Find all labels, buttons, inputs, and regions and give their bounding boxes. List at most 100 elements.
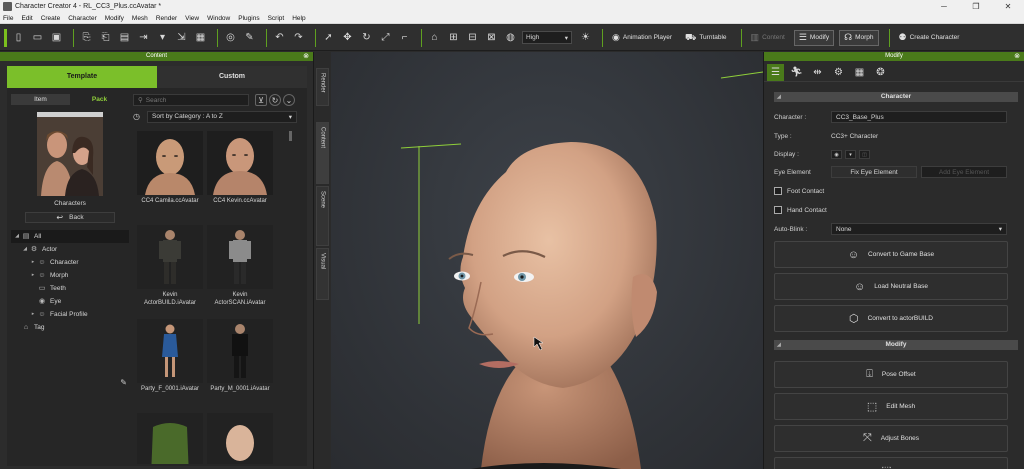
adjust-bones-button[interactable]: ⤧ Adjust Bones	[774, 425, 1008, 452]
open-folder-icon[interactable]: ▭	[30, 30, 45, 45]
batch-export-icon[interactable]: ⇲	[174, 30, 189, 45]
history-icon[interactable]: ◷	[133, 112, 143, 121]
filter-icon[interactable]: ⊻	[255, 94, 267, 106]
tab-custom[interactable]: Custom	[157, 66, 307, 88]
panel-close-icon[interactable]: ⊗	[303, 52, 309, 61]
menu-modify[interactable]: Modify	[105, 15, 124, 22]
bones-tab-icon[interactable]: ⇹	[809, 64, 826, 81]
content-item-base[interactable]	[207, 413, 273, 464]
morph-toggle-button[interactable]: ☊ Morph	[839, 29, 879, 46]
modify-section-header[interactable]: ◢ Modify	[774, 340, 1018, 350]
display-eye-icon[interactable]: ◉	[831, 149, 842, 159]
physics-tab-icon[interactable]: ⚙	[830, 64, 847, 81]
tab-visual[interactable]: Visual	[316, 248, 329, 300]
create-character-button[interactable]: ⚉ Create Character	[895, 30, 964, 46]
hand-contact-checkbox[interactable]	[774, 206, 782, 214]
menu-script[interactable]: Script	[268, 15, 285, 22]
import-icon[interactable]: ⎘	[79, 30, 94, 45]
menu-edit[interactable]: Edit	[21, 15, 32, 22]
fix-eye-element-button[interactable]: Fix Eye Element	[831, 166, 917, 178]
expand-caret-icon[interactable]: ▸	[29, 269, 37, 282]
sort-select[interactable]: Sort by Category : A to Z ▾	[147, 110, 297, 123]
options-icon[interactable]: ⌄	[283, 94, 295, 106]
character-section-header[interactable]: ◢ Character	[774, 92, 1018, 102]
rotate-icon[interactable]: ↻	[359, 30, 374, 45]
tree-item[interactable]: ◢ ▤ All	[11, 230, 129, 243]
tab-content[interactable]: Content	[316, 122, 329, 184]
subtab-pack[interactable]: Pack	[70, 94, 129, 105]
save-icon[interactable]: ▣	[49, 30, 64, 45]
edit-mesh-button[interactable]: ⬚ Edit Mesh	[774, 393, 1008, 420]
content-item-kevin-actorbuild[interactable]: Kevin ActorBUILD.iAvatar	[137, 225, 203, 307]
autoblink-select[interactable]: None ▾	[831, 223, 1007, 235]
select-cursor-icon[interactable]: ➚	[321, 30, 336, 45]
display-dropdown-icon[interactable]: ▾	[845, 149, 856, 159]
menu-help[interactable]: Help	[292, 15, 305, 22]
content-toggle-button[interactable]: ▥ Content	[747, 30, 789, 46]
content-item-camila[interactable]: CC4 Camila.ccAvatar	[137, 131, 203, 205]
pivot-icon[interactable]: ⌐	[397, 30, 412, 45]
tree-item[interactable]: ◢ ⚙ Actor	[11, 243, 129, 256]
menu-render[interactable]: Render	[156, 15, 177, 22]
convert-to-actorbuild-button[interactable]: ⬡ Convert to actorBUILD	[774, 305, 1008, 332]
content-item-party-f[interactable]: Party_F_0001.iAvatar	[137, 319, 203, 393]
convert-to-game-base-button[interactable]: ☺ Convert to Game Base	[774, 241, 1008, 268]
menu-file[interactable]: File	[3, 15, 13, 22]
load-neutral-base-button[interactable]: ☺ Load Neutral Base	[774, 273, 1008, 300]
expand-caret-icon[interactable]: ▸	[29, 308, 37, 321]
maximize-button[interactable]: ❐	[960, 0, 992, 13]
pose-offset-button[interactable]: ⍗ Pose Offset	[774, 361, 1008, 388]
content-item-kevin-actorscan[interactable]: Kevin ActorSCAN.iAvatar	[207, 225, 273, 307]
expand-caret-icon[interactable]: ▸	[29, 256, 37, 269]
menu-character[interactable]: Character	[68, 15, 97, 22]
modify-toggle-button[interactable]: ☰ Modify	[793, 29, 835, 46]
display-option-icon[interactable]: ◫	[859, 149, 870, 159]
home-icon[interactable]: ⌂	[427, 30, 442, 45]
content-item-kevin[interactable]: CC4 Kevin.ccAvatar	[207, 131, 273, 205]
animation-player-button[interactable]: ◉ Animation Player	[608, 30, 676, 46]
menu-view[interactable]: View	[185, 15, 199, 22]
tab-scene[interactable]: Scene	[316, 186, 329, 246]
expand-caret-icon[interactable]: ◢	[13, 230, 21, 243]
edit-tag-icon[interactable]: ✎	[120, 378, 127, 387]
turntable-button[interactable]: ⛟ Turntable	[681, 30, 731, 46]
pose-tab-icon[interactable]: 🏃︎	[788, 64, 805, 81]
view-toggle-icon[interactable]: ⊠	[484, 30, 499, 45]
export-icon[interactable]: ⎗	[98, 30, 113, 45]
tools-icon[interactable]: ✎	[242, 30, 257, 45]
texture-tab-icon[interactable]: ▦	[851, 64, 868, 81]
tree-item[interactable]: ⌂ Tag	[11, 321, 129, 334]
search-input[interactable]: ⚲ Search	[133, 94, 249, 106]
sliders-tab-icon[interactable]: ☰	[767, 63, 784, 81]
scale-icon[interactable]: ⤢	[378, 30, 393, 45]
screenshot-icon[interactable]: ▦	[193, 30, 208, 45]
menu-create[interactable]: Create	[41, 15, 61, 22]
redo-icon[interactable]: ↷	[291, 30, 306, 45]
render-mode-icon[interactable]: ◍	[503, 30, 518, 45]
tree-item[interactable]: ▸ ☺ Character	[11, 256, 129, 269]
tree-item[interactable]: ▭ Teeth	[11, 282, 129, 295]
target-icon[interactable]: ◎	[223, 30, 238, 45]
material-tab-icon[interactable]: ❂	[872, 64, 889, 81]
character-file-icon[interactable]: ▤	[117, 30, 132, 45]
close-window-button[interactable]: ✕	[992, 0, 1024, 13]
3d-viewport[interactable]	[331, 52, 763, 469]
panel-close-icon[interactable]: ⊗	[1014, 52, 1020, 61]
new-file-icon[interactable]: ▯	[11, 30, 26, 45]
minimize-button[interactable]: ─	[928, 0, 960, 13]
next-tool-button[interactable]: ⬚	[774, 457, 1008, 469]
lighting-icon[interactable]: ☀	[578, 30, 593, 45]
foot-contact-checkbox[interactable]	[774, 187, 782, 195]
back-button[interactable]: ↩ Back	[25, 212, 115, 223]
content-item-party-m[interactable]: Party_M_0001.iAvatar	[207, 319, 273, 393]
tab-render[interactable]: Render	[316, 68, 329, 106]
characters-folder-thumbnail[interactable]	[37, 112, 103, 196]
export-fbx-icon[interactable]: ⇥	[136, 30, 151, 45]
subtab-item[interactable]: Item	[11, 94, 70, 105]
tree-item[interactable]: ▸ ☺ Morph	[11, 269, 129, 282]
quality-select[interactable]: High ▾	[522, 31, 572, 44]
tree-item[interactable]: ▸ ☺ Facial Profile	[11, 308, 129, 321]
grid-scrollbar[interactable]	[289, 131, 292, 141]
tab-template[interactable]: Template	[7, 66, 157, 88]
refresh-icon[interactable]: ↻	[269, 94, 281, 106]
